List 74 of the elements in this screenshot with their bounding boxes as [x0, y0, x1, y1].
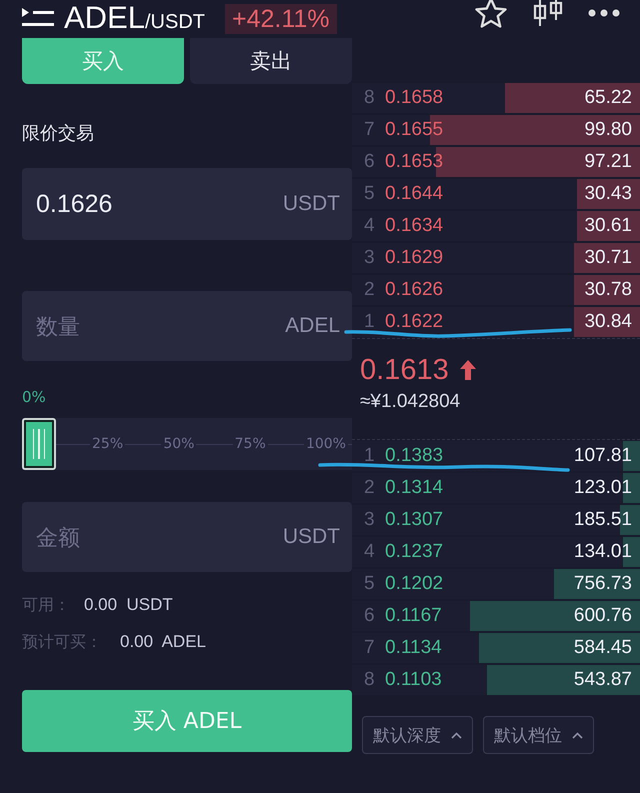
row-index: 4: [363, 215, 376, 237]
row-index: 7: [363, 637, 376, 659]
row-index: 1: [363, 445, 376, 467]
depth-dropdown[interactable]: 默认深度: [362, 716, 473, 754]
row-index: 3: [363, 247, 376, 269]
bid-amount: 756.73: [574, 573, 633, 595]
row-index: 6: [363, 605, 376, 627]
candlestick-icon[interactable]: [532, 0, 564, 26]
up-arrow-icon: [458, 359, 477, 381]
unit-label: USDT: [282, 525, 340, 549]
cny-price: ≈¥1.042804: [360, 391, 462, 413]
base-asset: ADEL: [64, 2, 145, 34]
bid-amount: 107.81: [574, 445, 633, 467]
bid-amount: 543.87: [574, 669, 633, 691]
ask-amount: 30.71: [584, 247, 633, 269]
row-index: 8: [363, 669, 376, 691]
bid-price: 0.1314: [385, 477, 444, 499]
balance-value: 0.00 USDT: [84, 594, 173, 616]
slider-track[interactable]: 25% 50% 75% 100%: [22, 418, 352, 470]
ask-price: 0.1653: [385, 151, 444, 173]
bid-price: 0.1167: [385, 605, 442, 627]
ask-amount: 30.61: [584, 215, 633, 237]
caret-icon: [451, 732, 462, 738]
slider-reading: 0%: [22, 387, 47, 407]
row-index: 2: [363, 279, 376, 301]
quote-asset: /USDT: [144, 11, 205, 34]
bid-amount: 134.01: [574, 541, 633, 563]
star-icon[interactable]: [474, 0, 508, 29]
bid-price: 0.1307: [385, 509, 444, 531]
bid-price: 0.1237: [385, 541, 444, 563]
balance-value: 0.00 ADEL: [120, 631, 206, 653]
ask-price: 0.1658: [385, 87, 444, 109]
row-index: 6: [363, 151, 376, 173]
ask-price: 0.1622: [385, 311, 444, 333]
ask-price: 0.1626: [385, 279, 444, 301]
row-index: 3: [363, 509, 376, 531]
caret-icon: [572, 732, 583, 738]
row-index: 7: [363, 119, 376, 141]
trade-tab[interactable]: 卖出: [190, 38, 352, 84]
slider-thumb[interactable]: [22, 418, 56, 470]
depth-dropdown[interactable]: 默认档位: [483, 716, 594, 754]
ask-amount: 30.43: [584, 183, 633, 205]
balance-label: 可用：: [22, 594, 71, 616]
row-index: 4: [363, 541, 376, 563]
row-index: 5: [363, 573, 376, 595]
order-type-label: 限价交易: [22, 122, 95, 146]
bid-amount: 185.51: [574, 509, 633, 531]
row-index: 5: [363, 183, 376, 205]
bid-price: 0.1383: [385, 445, 444, 467]
ask-price: 0.1644: [385, 183, 444, 205]
ask-amount: 65.22: [584, 87, 633, 109]
bid-amount: 123.01: [574, 477, 633, 499]
ask-amount: 97.21: [584, 151, 633, 173]
bid-price: 0.1202: [385, 573, 444, 595]
bid-price: 0.1103: [385, 669, 442, 691]
balance-label: 预计可买：: [22, 631, 103, 653]
last-price: 0.1613: [360, 353, 449, 387]
ask-amount: 99.80: [584, 119, 633, 141]
row-index: 8: [363, 87, 376, 109]
more-icon[interactable]: [588, 9, 620, 17]
bid-amount: 584.45: [574, 637, 633, 659]
bid-price: 0.1134: [385, 637, 442, 659]
unit-label: USDT: [282, 192, 340, 216]
unit-label: ADEL: [285, 314, 340, 338]
price-change-badge: +42.11%: [224, 4, 337, 34]
ask-amount: 30.78: [584, 279, 633, 301]
row-index: 2: [363, 477, 376, 499]
ask-price: 0.1655: [385, 119, 444, 141]
row-index: 1: [363, 311, 376, 333]
menu-icon[interactable]: [20, 6, 56, 28]
ask-price: 0.1634: [385, 215, 444, 237]
ask-price: 0.1629: [385, 247, 444, 269]
bid-amount: 600.76: [574, 605, 633, 627]
ask-amount: 30.84: [584, 311, 633, 333]
